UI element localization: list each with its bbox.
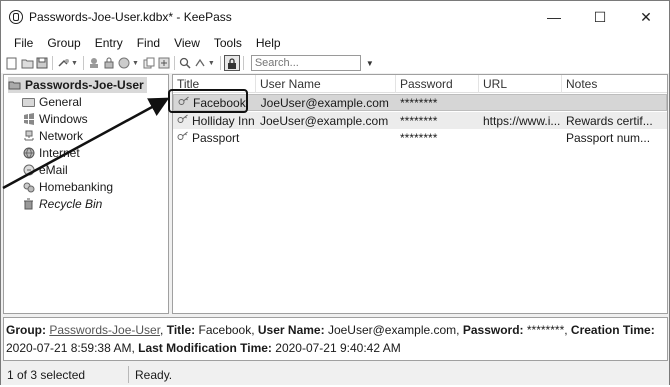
status-bar: 1 of 3 selected Ready. <box>1 364 669 385</box>
entry-row[interactable]: Passport ******** Passport num... <box>173 129 667 146</box>
cell-title: Holliday Inn <box>173 112 256 129</box>
key-icon <box>177 131 189 144</box>
details-group-link[interactable]: Passwords-Joe-User <box>49 323 160 337</box>
menu-help[interactable]: Help <box>249 36 288 50</box>
column-header-user-name[interactable]: User Name <box>256 75 396 93</box>
database-icon <box>8 80 21 91</box>
search-box[interactable] <box>250 55 361 71</box>
copy-password-icon[interactable] <box>102 56 116 70</box>
menu-file[interactable]: File <box>7 36 40 50</box>
open-url-icon[interactable] <box>117 56 131 70</box>
cell-url <box>479 94 562 111</box>
trash-icon <box>22 198 35 210</box>
cell-password: ******** <box>400 113 438 128</box>
menu-group[interactable]: Group <box>40 36 87 50</box>
cell-title: Passport <box>173 129 256 146</box>
entry-row[interactable]: Holliday Inn JoeUser@example.com *******… <box>173 112 667 129</box>
details-title-label: Title: <box>166 323 196 337</box>
details-modified-value: 2020-07-21 9:40:42 AM <box>275 341 401 355</box>
url-dropdown-icon[interactable]: ▼ <box>132 60 139 67</box>
search-dropdown-icon[interactable]: ▼ <box>366 59 374 68</box>
column-header-notes[interactable]: Notes <box>562 75 667 93</box>
cell-user-name <box>256 129 396 146</box>
toolbar-separator <box>173 56 175 70</box>
new-database-icon[interactable] <box>5 56 19 70</box>
keepass-window: Passwords-Joe-User.kdbx* - KeePass — ☐ ✕… <box>0 0 670 385</box>
details-group-label: Group: <box>6 323 46 337</box>
key-icon <box>177 114 189 127</box>
menu-view[interactable]: View <box>167 36 207 50</box>
details-created-label: Creation Time: <box>570 323 655 337</box>
window-title: Passwords-Joe-User.kdbx* - KeePass <box>29 10 232 24</box>
autotype-icon[interactable] <box>193 56 207 70</box>
toolbar: ▼ ▼ ▼ ▼ <box>1 53 669 73</box>
cell-password: ******** <box>400 95 438 110</box>
tree-item-label: Recycle Bin <box>39 197 103 211</box>
details-created-time: 8:59:38 AM <box>70 341 132 355</box>
menu-bar: File Group Entry Find View Tools Help <box>1 33 669 53</box>
add-entry-dropdown-icon[interactable]: ▼ <box>71 60 78 67</box>
title-bar: Passwords-Joe-User.kdbx* - KeePass — ☐ ✕ <box>1 1 669 33</box>
cell-notes: Passport num... <box>566 130 651 145</box>
tree-root-database[interactable]: Passwords-Joe-User <box>8 77 147 93</box>
save-icon[interactable] <box>35 56 49 70</box>
menu-entry[interactable]: Entry <box>88 36 130 50</box>
entry-title: Passport <box>192 130 240 145</box>
autotype-dropdown-icon[interactable]: ▼ <box>208 60 215 67</box>
details-password-label: Password: <box>462 323 524 337</box>
annotation-arrow <box>2 97 170 190</box>
open-database-icon[interactable] <box>20 56 34 70</box>
details-modified-label: Last Modification Time: <box>138 341 272 355</box>
copy-username-icon[interactable] <box>87 56 101 70</box>
cell-url <box>479 129 562 146</box>
details-password-value: ******** <box>526 323 565 337</box>
cell-url: https://www.i... <box>483 113 561 128</box>
column-header-password[interactable]: Password <box>396 75 479 93</box>
toolbar-separator <box>82 56 84 70</box>
window-controls: — ☐ ✕ <box>531 1 669 33</box>
cell-notes <box>561 94 666 111</box>
cell-notes: Rewards certif... <box>566 113 653 128</box>
tree-root-label: Passwords-Joe-User <box>25 78 144 92</box>
details-user-value: JoeUser@example.com <box>327 323 457 337</box>
add-entry-icon[interactable] <box>56 56 70 70</box>
cell-user-name: JoeUser@example.com <box>260 95 389 110</box>
toolbar-separator <box>52 56 53 70</box>
keepass-lock-icon <box>9 10 23 24</box>
cell-user-name: JoeUser@example.com <box>260 113 389 128</box>
entry-details: Group: Passwords-Joe-User, Title: Facebo… <box>3 317 668 361</box>
status-text: Ready. <box>135 367 173 382</box>
column-header-url[interactable]: URL <box>479 75 562 93</box>
minimize-button[interactable]: — <box>531 1 577 33</box>
cell-password: ******** <box>400 130 438 145</box>
close-button[interactable]: ✕ <box>623 1 669 33</box>
toolbar-separator <box>219 56 221 70</box>
menu-tools[interactable]: Tools <box>207 36 249 50</box>
toolbar-separator <box>242 56 244 70</box>
find-icon[interactable] <box>178 56 192 70</box>
entry-title: Holliday Inn <box>192 113 255 128</box>
details-user-label: User Name: <box>257 323 325 337</box>
maximize-button[interactable]: ☐ <box>577 1 623 33</box>
tree-item-recycle-bin[interactable]: Recycle Bin <box>22 196 102 212</box>
network-tool-icon[interactable] <box>157 56 171 70</box>
menu-find[interactable]: Find <box>130 36 167 50</box>
details-title-value: Facebook <box>198 323 252 337</box>
selection-count: 1 of 3 selected <box>1 366 129 383</box>
lock-workspace-button[interactable] <box>223 55 240 71</box>
copy-icon[interactable] <box>142 56 156 70</box>
details-created-date: 2020-07-21 <box>6 341 68 355</box>
search-input[interactable] <box>254 57 345 69</box>
highlight-box <box>168 89 248 113</box>
